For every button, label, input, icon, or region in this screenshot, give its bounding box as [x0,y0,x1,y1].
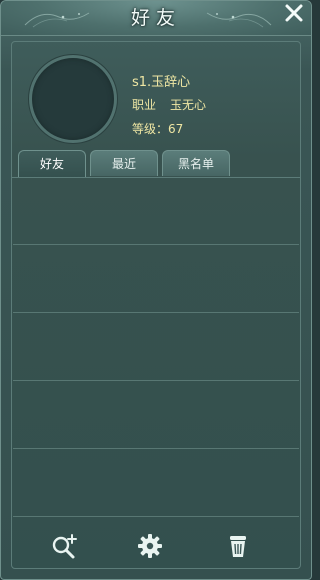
add-friend-icon[interactable] [50,532,78,560]
player-job: 职业 玉无心 [132,96,206,113]
trash-icon[interactable] [224,532,252,560]
friends-panel: s1.玉辞心 职业 玉无心 等级：67 好友 最近 黑名单 [11,41,301,569]
player-name: s1.玉辞心 [132,75,191,90]
list-item[interactable] [13,178,299,245]
avatar[interactable] [29,55,117,143]
job-value: 玉无心 [170,98,207,112]
tab-recent[interactable]: 最近 [90,150,158,176]
gear-icon[interactable] [136,532,164,560]
close-icon[interactable] [283,2,305,24]
player-level: 等级：67 [132,122,184,136]
list-item[interactable] [13,314,299,381]
title-bar[interactable]: 好友 [1,1,311,36]
tab-friends[interactable]: 好友 [18,150,86,178]
job-label: 职业 [132,98,157,112]
friend-list[interactable] [13,178,299,518]
list-item[interactable] [13,450,299,517]
list-item[interactable] [13,246,299,313]
bottom-toolbar [12,520,300,568]
friends-window: 好友 s1.玉辞心 职业 玉无心 等级：67 好友 最近 黑名单 [0,0,312,580]
window-title: 好友 [130,7,181,29]
list-item[interactable] [13,382,299,449]
tab-blacklist[interactable]: 黑名单 [162,150,230,176]
